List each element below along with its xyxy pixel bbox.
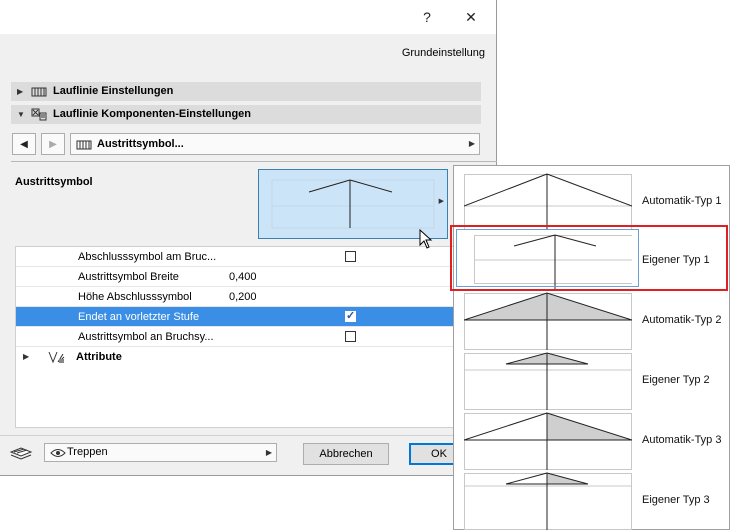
item-label: Eigener Typ 2 [642, 374, 710, 386]
popup-item[interactable]: Automatik-Typ 1 [464, 171, 730, 231]
row-label: Höhe Abschlusssymbol [78, 291, 192, 303]
automatik-typ-3-thumbnail [464, 412, 632, 470]
section-komponenten-einstellungen[interactable]: ▼ Lauflinie Komponenten-Einstellungen [11, 105, 481, 124]
eye-icon [50, 449, 66, 457]
section-label: Lauflinie Komponenten-Einstellungen [53, 108, 251, 120]
row-label: Attribute [76, 351, 122, 363]
chevron-right-icon: ▶ [265, 448, 272, 457]
grid-icon [31, 87, 47, 97]
popup-item[interactable]: Eigener Typ 2 [464, 350, 730, 410]
section-label: Lauflinie Einstellungen [53, 85, 174, 97]
row-label: Austrittsymbol Breite [78, 271, 179, 283]
collapse-arrow-icon[interactable]: ▼ [17, 105, 25, 124]
layer-select[interactable]: Treppen ▶ [44, 443, 277, 462]
grid-icon [76, 140, 92, 150]
row-label: Abschlusssymbol am Bruc... [78, 251, 217, 263]
item-label: Automatik-Typ 1 [642, 195, 722, 207]
checkbox-checked[interactable]: ✓ [345, 310, 356, 322]
settings-table: Abschlusssymbol am Bruc... Austrittsymbo… [15, 246, 482, 428]
component-navigator: ◀ ▶ Austrittsymbol... ▶ [11, 132, 481, 156]
table-row[interactable]: Höhe Abschlusssymbol 0,200 [16, 287, 481, 307]
table-row[interactable]: Austrittsymbol Breite 0,400 [16, 267, 481, 287]
expand-arrow-icon[interactable]: ▶ [23, 347, 29, 367]
component-select-label: Austrittsymbol... [97, 138, 184, 150]
item-label: Eigener Typ 3 [642, 494, 710, 506]
popup-item[interactable]: Eigener Typ 3 [464, 470, 730, 530]
table-row-selected[interactable]: Endet an vorletzter Stufe ✓ [16, 307, 481, 327]
item-label: Automatik-Typ 3 [642, 434, 722, 446]
chevron-right-icon: ▶ [468, 139, 475, 148]
layers-icon[interactable] [8, 444, 34, 462]
title-bar: ? ✕ [0, 0, 496, 34]
eigener-typ-3-thumbnail [464, 472, 632, 530]
attribute-icon [48, 351, 65, 364]
highlight-annotation [450, 225, 728, 291]
attribute-group-row[interactable]: ▶ Attribute [16, 347, 481, 367]
section-lauflinie-einstellungen[interactable]: ▶ Lauflinie Einstellungen [11, 82, 481, 101]
automatik-typ-2-thumbnail [464, 292, 632, 350]
close-button[interactable]: ✕ [454, 0, 488, 34]
popup-item[interactable]: Automatik-Typ 2 [464, 290, 730, 350]
chevron-right-icon: ▶ [438, 198, 444, 205]
help-button[interactable]: ? [410, 0, 444, 34]
item-label: Automatik-Typ 2 [642, 314, 722, 326]
automatik-typ-1-thumbnail [464, 173, 632, 231]
popup-item[interactable]: Automatik-Typ 3 [464, 410, 730, 470]
row-value[interactable]: 0,200 [229, 287, 257, 307]
table-row[interactable]: Abschlusssymbol am Bruc... [16, 247, 481, 267]
symbol-type-popup: Automatik-Typ 1 Eigener Typ 1 Automatik-… [453, 165, 730, 530]
cancel-button[interactable]: Abbrechen [303, 443, 389, 465]
row-value[interactable]: 0,400 [229, 267, 257, 287]
row-label: Endet an vorletzter Stufe [78, 311, 200, 323]
previous-button[interactable]: ◀ [12, 133, 36, 155]
eigener-typ-2-thumbnail [464, 352, 632, 410]
component-select[interactable]: Austrittsymbol... ▶ [70, 133, 480, 155]
preset-label: Grundeinstellung [401, 47, 485, 59]
table-row[interactable]: Austrittsymbol an Bruchsy... [16, 327, 481, 347]
expand-arrow-icon[interactable]: ▶ [17, 82, 23, 101]
row-label: Austrittsymbol an Bruchsy... [78, 331, 214, 343]
next-button[interactable]: ▶ [41, 133, 65, 155]
checkbox[interactable] [345, 331, 356, 342]
divider [11, 161, 497, 162]
austrittsymbol-label: Austrittsymbol [15, 176, 93, 188]
mouse-cursor-icon [419, 229, 433, 249]
checkbox[interactable] [345, 251, 356, 262]
symbol-preview-graphic [271, 179, 435, 229]
divider [0, 435, 496, 436]
layer-select-label: Treppen [67, 446, 108, 458]
checkmark-icon: ✓ [346, 310, 356, 322]
components-icon [31, 108, 47, 121]
